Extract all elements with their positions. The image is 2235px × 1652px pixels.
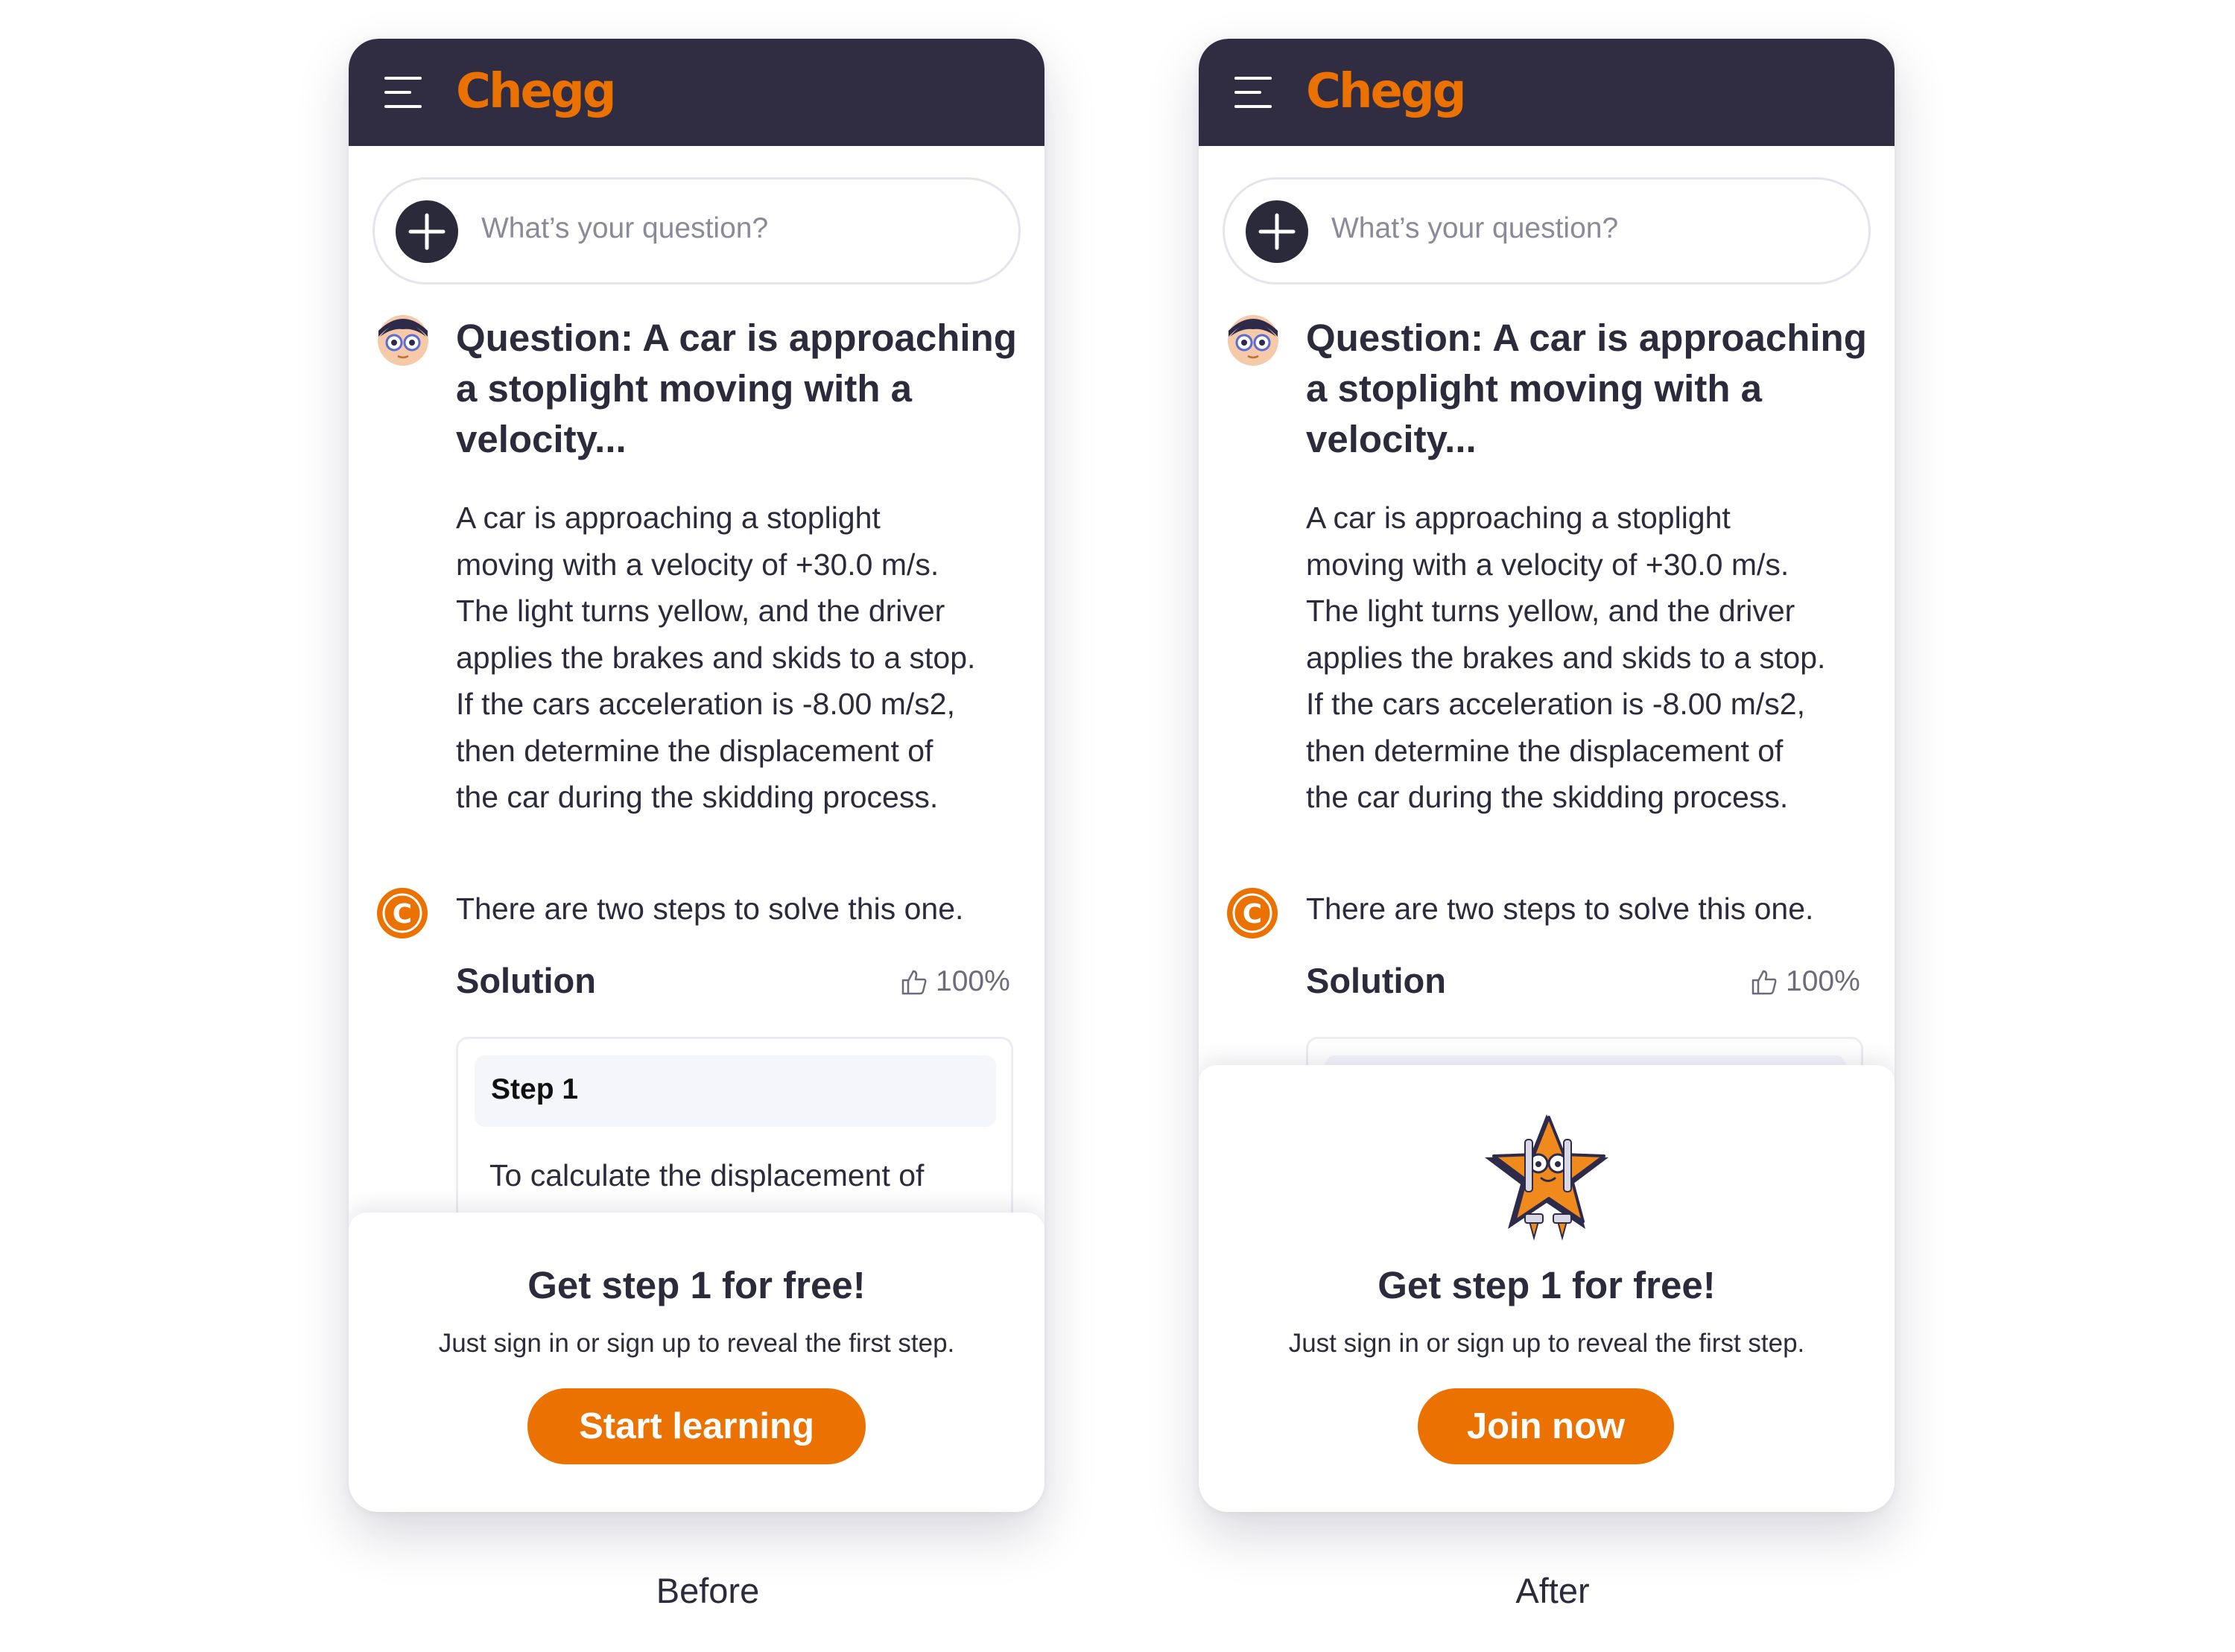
signup-modal: Get step 1 for free! Just sign in or sig… xyxy=(349,1213,1044,1512)
cta-subtitle: Just sign in or sign up to reveal the fi… xyxy=(1288,1329,1805,1358)
star-mascot-icon xyxy=(1485,1114,1608,1241)
caption-before: Before xyxy=(656,1571,760,1610)
step-label: Step 1 xyxy=(491,1073,579,1105)
search-placeholder: What’s your question? xyxy=(481,212,769,244)
join-now-button[interactable]: Join now xyxy=(1418,1388,1674,1464)
thumbs-up-icon[interactable] xyxy=(1750,968,1778,997)
menu-icon[interactable] xyxy=(383,72,423,112)
phone-before: Chegg What’s your question? Question: A … xyxy=(349,39,1044,1512)
rating-percent: 100% xyxy=(936,965,1010,997)
svg-text:C: C xyxy=(1243,899,1262,930)
app-header: Chegg xyxy=(349,39,1044,146)
chegg-logo[interactable]: Chegg xyxy=(456,64,617,119)
question-title: Question: A car is approaching a stoplig… xyxy=(1306,317,1867,460)
chegg-logo[interactable]: Chegg xyxy=(1306,64,1467,119)
chegg-c-icon: C xyxy=(1227,888,1278,938)
caption-after: After xyxy=(1515,1571,1590,1610)
question-title: Question: A car is approaching a stoplig… xyxy=(456,317,1017,460)
student-avatar-icon xyxy=(1228,315,1278,366)
search-input[interactable]: What’s your question? xyxy=(372,177,1021,285)
svg-text:C: C xyxy=(393,899,412,930)
step-text: To calculate the displacement of xyxy=(489,1158,925,1192)
chegg-c-icon: C xyxy=(377,888,428,938)
search-input[interactable]: What’s your question? xyxy=(1223,177,1871,285)
steps-intro: There are two steps to solve this one. xyxy=(456,892,964,926)
solution-title: Solution xyxy=(1306,961,1446,1000)
question-body: A car is approaching a stoplight moving … xyxy=(456,501,976,814)
search-placeholder: What’s your question? xyxy=(1331,212,1619,244)
rating-percent: 100% xyxy=(1786,965,1860,997)
cta-subtitle: Just sign in or sign up to reveal the fi… xyxy=(438,1329,955,1358)
menu-icon[interactable] xyxy=(1233,72,1273,112)
step-header: Step 1 xyxy=(475,1055,996,1127)
cta-title: Get step 1 for free! xyxy=(1378,1264,1716,1306)
thumbs-up-icon[interactable] xyxy=(900,968,928,997)
plus-icon[interactable] xyxy=(396,200,458,263)
start-learning-button[interactable]: Start learning xyxy=(527,1388,866,1464)
steps-intro: There are two steps to solve this one. xyxy=(1306,892,1814,926)
cta-title: Get step 1 for free! xyxy=(527,1264,866,1306)
plus-icon[interactable] xyxy=(1246,200,1308,263)
student-avatar-icon xyxy=(378,315,428,366)
phone-after: Chegg What’s your question? Question: A … xyxy=(1199,39,1895,1512)
signup-modal: Get step 1 for free! Just sign in or sig… xyxy=(1199,1065,1895,1512)
app-header: Chegg xyxy=(1199,39,1895,146)
question-body: A car is approaching a stoplight moving … xyxy=(1306,501,1826,814)
solution-title: Solution xyxy=(456,961,596,1000)
